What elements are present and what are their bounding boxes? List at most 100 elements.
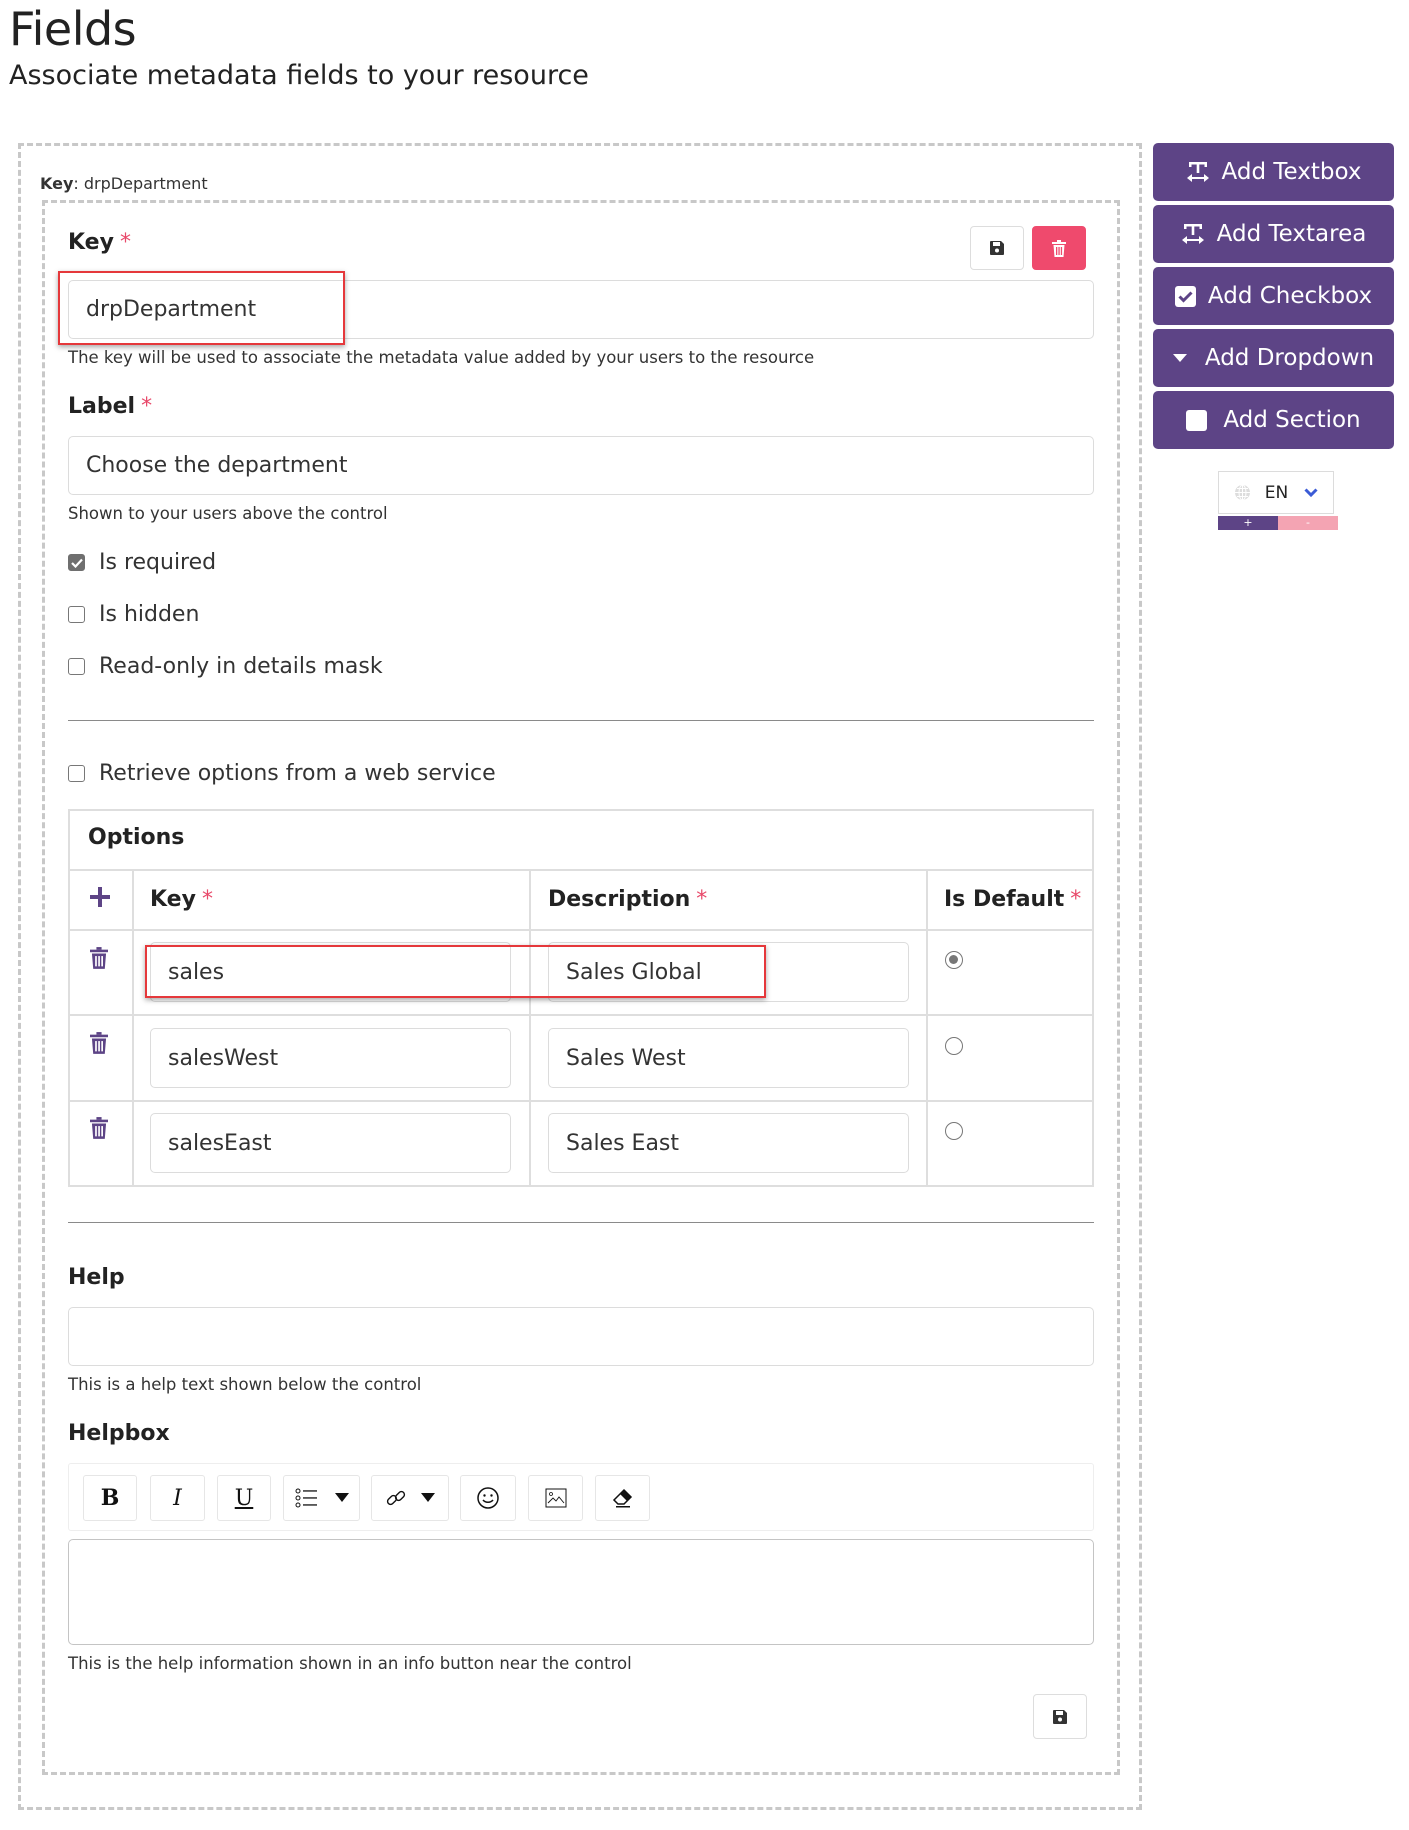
col-header-is-default: Is Default *: [944, 887, 1081, 912]
save-field-bottom-button[interactable]: [1033, 1694, 1087, 1739]
option-key-value: salesWest: [168, 1045, 279, 1071]
required-mark: *: [1070, 887, 1082, 912]
add-option-button[interactable]: [89, 886, 111, 912]
read-only-checkbox[interactable]: Read-only in details mask: [68, 654, 383, 679]
table-row-divider: [70, 1014, 1092, 1016]
language-current: EN: [1264, 482, 1289, 503]
is-hidden-checkbox[interactable]: Is hidden: [68, 602, 199, 627]
option-description-value: Sales Global: [566, 959, 702, 985]
web-service-label: Retrieve options from a web service: [99, 761, 496, 786]
editor-toolbar: B I U: [68, 1463, 1094, 1531]
square-icon: [1186, 409, 1208, 431]
col-header-description-text: Description: [548, 887, 691, 912]
table-row-divider: [70, 1100, 1092, 1102]
image-button[interactable]: [528, 1475, 583, 1521]
key-input-value: drpDepartment: [86, 297, 257, 322]
help-label: Help: [68, 1265, 125, 1290]
divider: [68, 720, 1094, 721]
option-key-value: sales: [168, 959, 225, 985]
key-label: Key *: [68, 230, 131, 255]
italic-button[interactable]: I: [150, 1475, 205, 1521]
add-section-label: Add Section: [1223, 407, 1361, 433]
add-textbox-button[interactable]: Add Textbox: [1153, 143, 1394, 201]
label-input-value: Choose the department: [86, 453, 348, 478]
page-subtitle: Associate metadata fields to your resour…: [9, 60, 589, 91]
delete-field-button[interactable]: [1032, 226, 1086, 270]
divider: [68, 1222, 1094, 1223]
link-icon: [386, 1490, 406, 1506]
option-key-input[interactable]: salesWest: [150, 1028, 511, 1088]
caret-down-icon: [334, 1493, 349, 1502]
required-mark: *: [696, 887, 708, 912]
list-button[interactable]: [283, 1475, 360, 1521]
is-required-checkbox[interactable]: Is required: [68, 550, 216, 575]
option-description-input[interactable]: Sales West: [548, 1028, 909, 1088]
label-input[interactable]: Choose the department: [68, 436, 1094, 495]
field-key-caption-label: Key: [40, 174, 74, 193]
italic-icon: I: [173, 1485, 182, 1511]
read-only-label: Read-only in details mask: [99, 654, 383, 679]
save-icon: [990, 241, 1004, 255]
option-key-input[interactable]: sales: [150, 942, 511, 1002]
bold-icon: B: [100, 1485, 120, 1511]
col-header-key-text: Key: [150, 887, 196, 912]
key-input[interactable]: drpDepartment: [68, 280, 1094, 339]
page-title: Fields: [9, 2, 137, 56]
delete-option-button[interactable]: [90, 1117, 108, 1143]
add-textbox-label: Add Textbox: [1221, 159, 1362, 185]
label-hint: Shown to your users above the control: [68, 504, 388, 523]
field-key-caption: Key: drpDepartment: [40, 174, 208, 193]
language-remove-button[interactable]: -: [1278, 516, 1338, 530]
key-hint: The key will be used to associate the me…: [68, 348, 815, 367]
option-default-radio[interactable]: [945, 1037, 963, 1055]
table-row-divider: [70, 929, 1092, 931]
table-col-divider: [529, 869, 531, 1185]
checkbox-checked-icon: [68, 554, 85, 571]
save-field-button[interactable]: [970, 226, 1024, 270]
clear-format-button[interactable]: [595, 1475, 650, 1521]
language-selector[interactable]: EN: [1218, 471, 1334, 514]
options-table: Options Key * Description * Is Default * sa…: [68, 809, 1094, 1187]
bold-button[interactable]: B: [83, 1475, 137, 1521]
add-dropdown-label: Add Dropdown: [1204, 345, 1375, 371]
language-add-button[interactable]: +: [1218, 516, 1278, 530]
list-icon: [295, 1488, 317, 1508]
web-service-checkbox[interactable]: Retrieve options from a web service: [68, 761, 496, 786]
col-header-is-default-text: Is Default: [944, 887, 1065, 912]
help-hint: This is a help text shown below the cont…: [68, 1375, 422, 1394]
add-textarea-button[interactable]: Add Textarea: [1153, 205, 1394, 263]
delete-option-button[interactable]: [90, 1032, 108, 1058]
is-required-label: Is required: [99, 550, 217, 575]
option-default-radio[interactable]: [945, 951, 963, 969]
is-hidden-label: Is hidden: [99, 602, 200, 627]
option-description-value: Sales East: [566, 1130, 680, 1156]
chevron-down-icon: [1304, 487, 1318, 497]
checkbox-unchecked-icon: [68, 765, 85, 782]
delete-option-button[interactable]: [90, 947, 108, 973]
option-description-input[interactable]: Sales East: [548, 1113, 909, 1173]
add-textarea-label: Add Textarea: [1216, 221, 1367, 247]
underline-button[interactable]: U: [217, 1475, 271, 1521]
options-title: Options: [88, 825, 185, 850]
option-description-value: Sales West: [566, 1045, 686, 1071]
option-description-input[interactable]: Sales Global: [548, 942, 909, 1002]
trash-icon: [90, 1117, 108, 1139]
add-section-button[interactable]: Add Section: [1153, 391, 1394, 449]
trash-icon: [90, 1032, 108, 1054]
helpbox-editor[interactable]: [68, 1539, 1094, 1645]
option-default-radio[interactable]: [945, 1122, 963, 1140]
trash-icon: [1052, 239, 1066, 257]
plus-icon: [90, 887, 110, 907]
label-label-text: Label: [68, 394, 136, 419]
option-key-input[interactable]: salesEast: [150, 1113, 511, 1173]
add-checkbox-button[interactable]: Add Checkbox: [1153, 267, 1394, 325]
checkbox-unchecked-icon: [68, 606, 85, 623]
link-button[interactable]: [371, 1475, 449, 1521]
required-mark: *: [141, 394, 153, 419]
key-label-text: Key: [68, 230, 114, 255]
emoji-button[interactable]: [460, 1475, 516, 1521]
option-key-value: salesEast: [168, 1130, 272, 1156]
help-input[interactable]: [68, 1307, 1094, 1366]
add-dropdown-button[interactable]: Add Dropdown: [1153, 329, 1394, 387]
eraser-icon: [612, 1488, 632, 1508]
